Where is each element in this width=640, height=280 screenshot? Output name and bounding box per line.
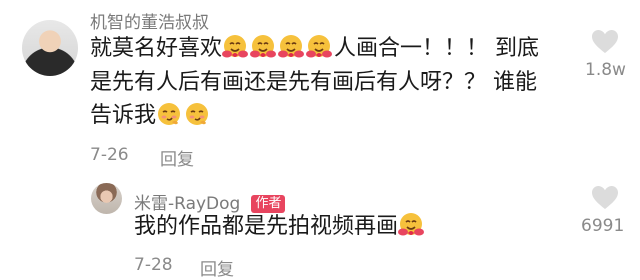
- comment-like-count: 1.8w: [585, 60, 626, 80]
- hugging-face-emoji-icon: [278, 35, 305, 58]
- comment-date: 7-26: [90, 145, 129, 165]
- comment-reply-button[interactable]: 回复: [160, 145, 194, 170]
- reply-like-count: 6991: [581, 216, 625, 236]
- reply-body: 我的作品都是先拍视频再画: [134, 210, 426, 244]
- hugging-face-emoji-icon: [306, 35, 333, 58]
- comment-body: 就莫名好喜欢 人画合一！！！ 到底 是先有人后有画还是先有画后有人呀？？ 谁能 告…: [90, 32, 560, 133]
- comment-like-heart-icon[interactable]: [590, 28, 620, 55]
- commenter-avatar[interactable]: [22, 20, 78, 76]
- comment-text-segment: 人画合一！！！ 到底: [334, 36, 540, 61]
- reply-like-heart-icon[interactable]: [590, 184, 620, 211]
- reply-date: 7-28: [134, 255, 173, 275]
- reply-reply-button[interactable]: 回复: [200, 255, 234, 280]
- comment-line-2: 是先有人后有画还是先有画后有人呀？？ 谁能: [90, 69, 537, 95]
- comment-line-3: 告诉我: [90, 99, 560, 133]
- smirk-face-emoji-icon: [158, 103, 181, 125]
- comment-line-1: 就莫名好喜欢 人画合一！！！ 到底: [90, 32, 560, 66]
- smirk-face-emoji-icon: [186, 103, 209, 125]
- comment-text-segment: 就莫名好喜欢: [90, 36, 223, 61]
- comment-text-segment: 告诉我: [90, 103, 157, 128]
- commenter-username[interactable]: 机智的董浩叔叔: [90, 8, 209, 33]
- hugging-face-emoji-icon: [250, 35, 277, 58]
- hugging-face-emoji-icon: [398, 213, 425, 236]
- author-avatar[interactable]: [91, 183, 122, 214]
- reply-text: 我的作品都是先拍视频再画: [134, 214, 399, 239]
- hugging-face-emoji-icon: [222, 35, 249, 58]
